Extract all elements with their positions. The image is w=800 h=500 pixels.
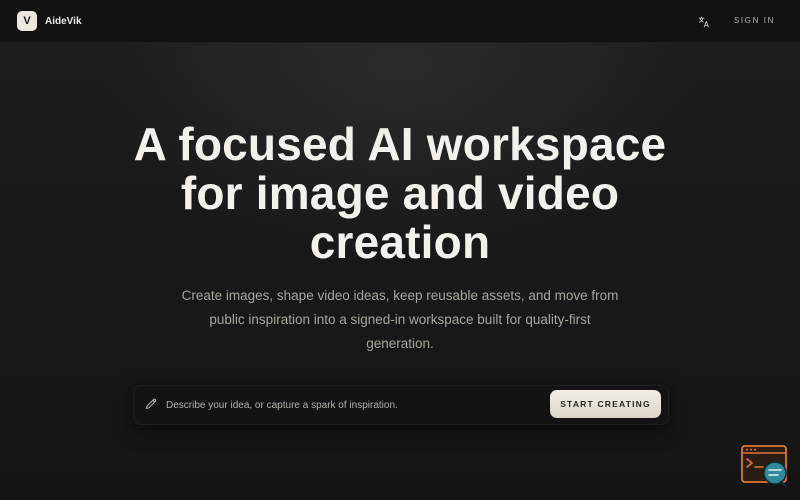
pencil-icon xyxy=(146,398,157,409)
start-creating-button[interactable]: START CREATING xyxy=(550,390,661,418)
support-widget-icon xyxy=(741,445,788,488)
hero-title: A focused AI workspace for image and vid… xyxy=(133,118,667,268)
sign-in-link[interactable]: SIGN IN xyxy=(734,16,775,25)
brand-logo: V xyxy=(17,11,37,31)
support-widget[interactable] xyxy=(741,445,789,488)
hero-subtitle: Create images, shape video ideas, keep r… xyxy=(181,288,619,351)
landing-page: V AideVik SIGN IN A focused AI workspace… xyxy=(0,0,800,500)
brand[interactable]: V AideVik xyxy=(17,11,82,31)
language-button[interactable] xyxy=(696,14,712,30)
top-navigation-bar: V AideVik SIGN IN xyxy=(0,0,800,43)
prompt-input[interactable] xyxy=(166,395,536,415)
prompt-bar: START CREATING xyxy=(133,385,669,425)
translate-icon xyxy=(698,16,709,28)
brand-name: AideVik xyxy=(45,15,82,27)
